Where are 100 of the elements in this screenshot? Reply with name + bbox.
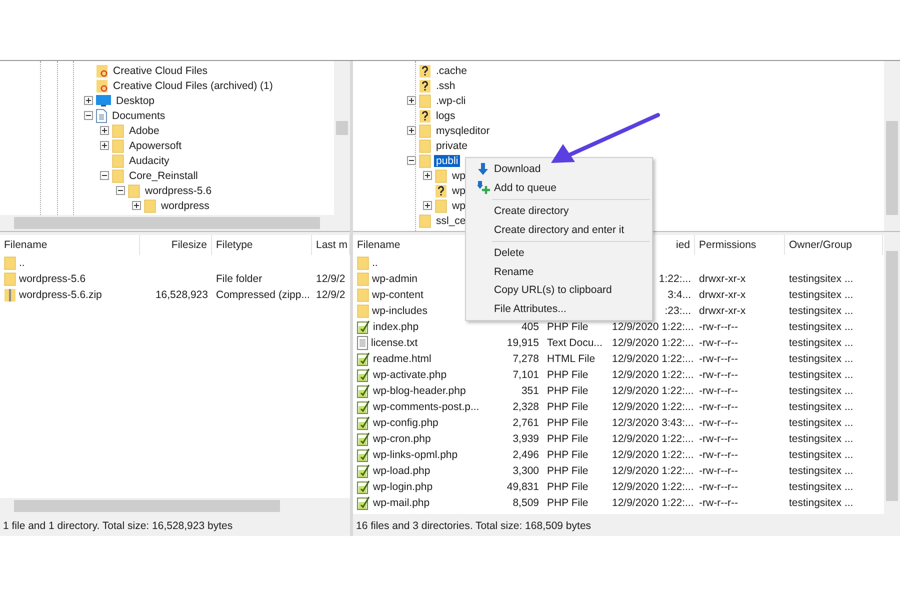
table-cell: testingsitex ...: [789, 385, 854, 397]
collapse-toggle[interactable]: [407, 156, 416, 165]
scrollbar[interactable]: [334, 61, 350, 215]
table-cell: 12/9/2020 1:22:...: [612, 321, 694, 333]
table-cell: testingsitex ...: [789, 337, 854, 349]
expand-toggle[interactable]: [100, 126, 109, 135]
scrollbar[interactable]: [884, 61, 900, 231]
table-cell: 3,300: [512, 465, 539, 477]
tree-item[interactable]: wordpress: [159, 200, 212, 212]
collapse-toggle[interactable]: [84, 111, 93, 120]
file-name[interactable]: ..: [372, 257, 378, 269]
tree-item[interactable]: Creative Cloud Files: [111, 64, 210, 76]
menu-item[interactable]: Create directory: [466, 202, 652, 220]
expand-toggle[interactable]: [423, 171, 432, 180]
file-name[interactable]: wordpress-5.6.zip: [19, 289, 102, 301]
table-cell: 12/9/2020 1:22:...: [612, 449, 694, 461]
table-cell: PHP File: [547, 401, 588, 413]
table-cell: 7,101: [512, 369, 539, 381]
table-cell: PHP File: [547, 449, 588, 461]
tree-item[interactable]: .ssh: [434, 80, 458, 92]
column-header[interactable]: Permissions: [695, 235, 785, 255]
column-header[interactable]: Last m: [312, 235, 350, 255]
script-file-icon: [357, 448, 370, 462]
file-name[interactable]: wp-includes: [372, 305, 428, 317]
expand-toggle[interactable]: [132, 201, 141, 210]
folder-icon: [144, 198, 156, 212]
table-cell: -rw-r--r--: [699, 497, 738, 509]
file-name[interactable]: wp-mail.php: [373, 497, 430, 509]
collapse-toggle[interactable]: [100, 171, 109, 180]
table-cell: PHP File: [547, 497, 588, 509]
scrollbar[interactable]: [884, 235, 900, 514]
tree-item[interactable]: Desktop: [114, 94, 157, 106]
file-name[interactable]: wp-comments-post.p...: [373, 401, 480, 413]
tree-item[interactable]: publi: [434, 154, 460, 166]
file-name[interactable]: wp-activate.php: [373, 369, 447, 381]
table-cell: 7,278: [512, 353, 539, 365]
tree-item[interactable]: wp: [450, 184, 468, 196]
expand-toggle[interactable]: [423, 201, 432, 210]
tree-item[interactable]: Creative Cloud Files (archived) (1): [111, 80, 275, 92]
script-file-icon: [357, 384, 370, 398]
menu-item[interactable]: File Attributes...: [466, 300, 652, 318]
scrollbar[interactable]: [0, 498, 350, 514]
document-icon: [96, 108, 107, 122]
tree-item[interactable]: Audacity: [127, 154, 172, 166]
menu-item[interactable]: Rename: [466, 262, 652, 281]
table-cell: drwxr-xr-x: [699, 305, 746, 317]
file-name[interactable]: wp-load.php: [373, 465, 430, 477]
table-cell: 19,915: [506, 337, 539, 349]
table-cell: 2,328: [512, 401, 539, 413]
tree-item[interactable]: Core_Reinstall: [127, 170, 200, 182]
menu-item[interactable]: Copy URL(s) to clipboard: [466, 281, 652, 300]
column-header[interactable]: Filename: [0, 235, 140, 255]
file-name[interactable]: wp-login.php: [373, 481, 433, 493]
tree-item[interactable]: .wp-cli: [434, 94, 468, 106]
column-header[interactable]: Filesize: [140, 235, 212, 255]
expand-toggle[interactable]: [100, 141, 109, 150]
expand-toggle[interactable]: [407, 126, 416, 135]
file-name[interactable]: license.txt: [371, 337, 418, 349]
file-name[interactable]: wp-config.php: [373, 417, 438, 429]
collapse-toggle[interactable]: [116, 186, 125, 195]
file-name[interactable]: wp-cron.php: [373, 433, 431, 445]
tree-item[interactable]: private: [434, 140, 470, 152]
question-mark-icon: [435, 184, 447, 198]
tree-item[interactable]: wordpress-5.6: [143, 184, 214, 196]
table-cell: 12/9/2020 1:22:...: [612, 481, 694, 493]
table-cell: 405: [521, 321, 539, 333]
tree-item[interactable]: Documents: [110, 110, 168, 122]
tree-item[interactable]: wp: [450, 170, 468, 182]
table-cell: testingsitex ...: [789, 353, 854, 365]
tree-item[interactable]: wp: [450, 200, 468, 212]
download-arrow-icon: [478, 162, 488, 176]
menu-item[interactable]: Download: [466, 160, 652, 178]
tree-item[interactable]: Apowersoft: [127, 140, 184, 152]
table-cell: testingsitex ...: [789, 305, 854, 317]
table-cell: -rw-r--r--: [699, 369, 738, 381]
expand-toggle[interactable]: [407, 96, 416, 105]
tree-item[interactable]: logs: [434, 110, 458, 122]
table-cell: testingsitex ...: [789, 369, 854, 381]
file-name[interactable]: wp-content: [372, 289, 424, 301]
tree-item[interactable]: .cache: [434, 64, 469, 76]
file-name[interactable]: ..: [19, 257, 25, 269]
file-name[interactable]: index.php: [373, 321, 419, 333]
scrollbar[interactable]: [0, 215, 350, 231]
column-header[interactable]: Owner/Group: [785, 235, 883, 255]
question-mark-icon: [419, 108, 431, 122]
tree-item[interactable]: ssl_ce: [434, 214, 468, 226]
folder-icon: [96, 78, 108, 92]
file-name[interactable]: wordpress-5.6: [19, 273, 86, 285]
file-name[interactable]: wp-links-opml.php: [373, 449, 458, 461]
file-name[interactable]: readme.html: [373, 353, 432, 365]
menu-item[interactable]: Add to queue: [466, 178, 652, 197]
file-name[interactable]: wp-admin: [372, 273, 418, 285]
tree-item[interactable]: Adobe: [127, 124, 162, 136]
tree-item[interactable]: mysqleditor: [434, 124, 492, 136]
table-cell: 16,528,923: [155, 289, 208, 301]
file-name[interactable]: wp-blog-header.php: [373, 385, 466, 397]
folder-icon: [419, 124, 431, 138]
table-cell: HTML File: [547, 353, 596, 365]
expand-toggle[interactable]: [84, 96, 93, 105]
column-header[interactable]: Filetype: [212, 235, 312, 255]
